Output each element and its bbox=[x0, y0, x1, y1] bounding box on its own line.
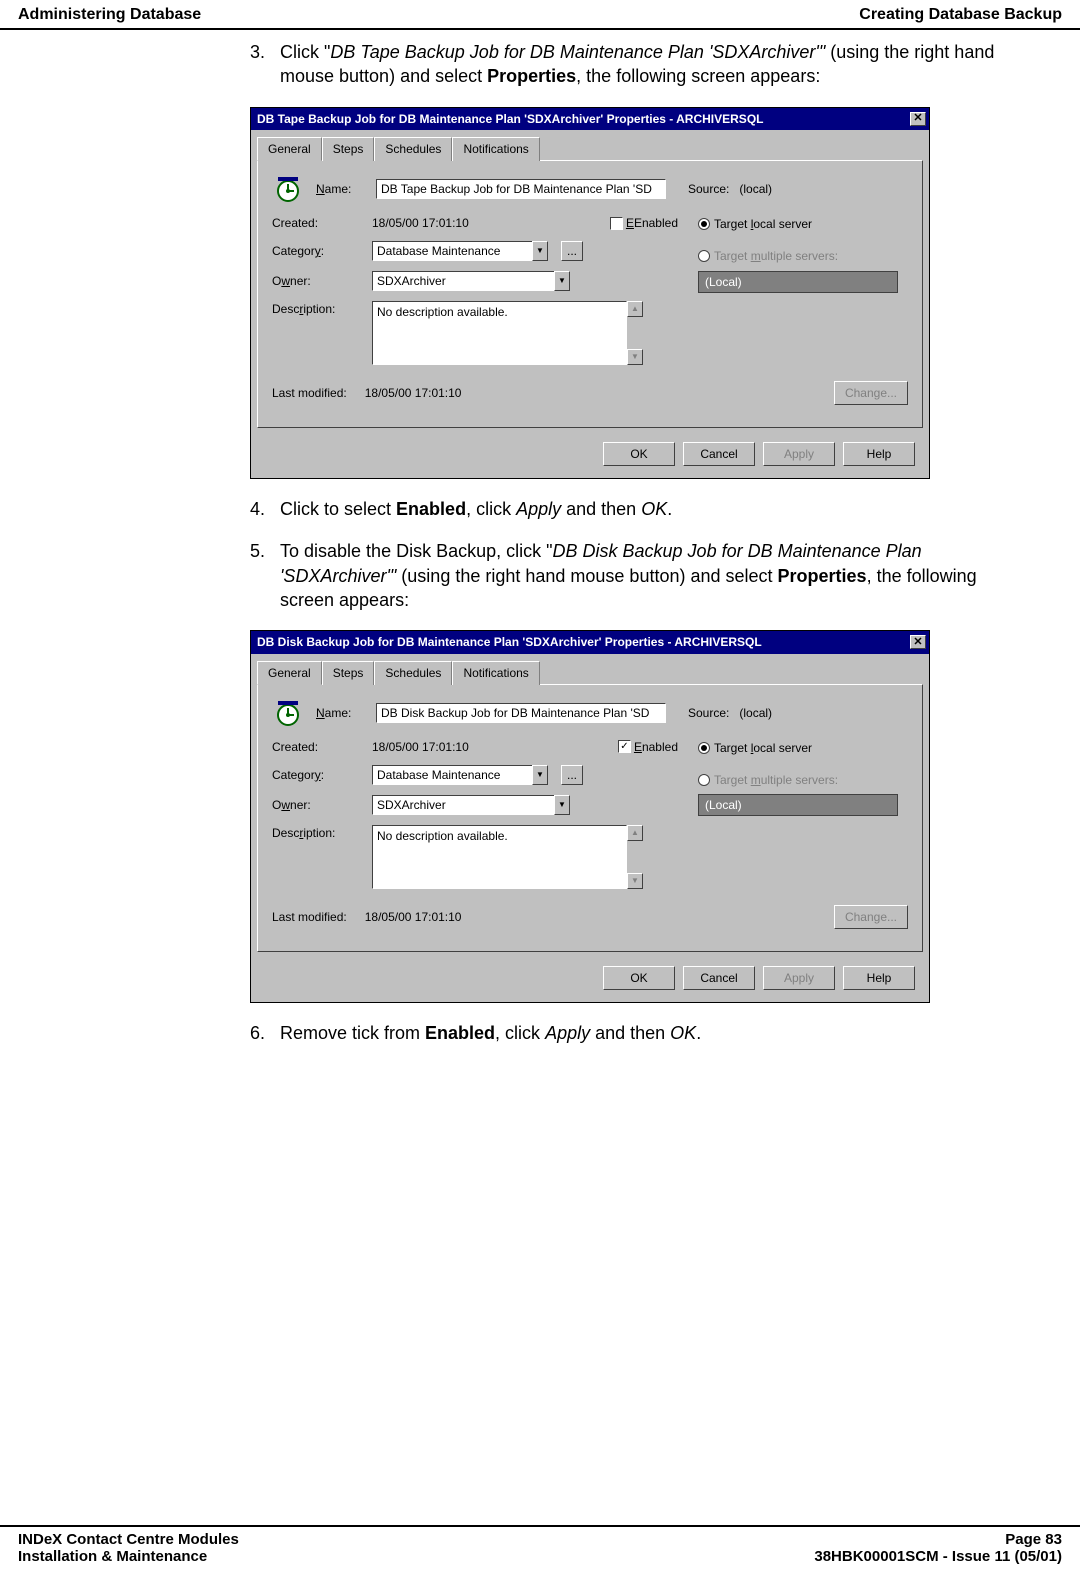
cancel-button[interactable]: Cancel bbox=[683, 442, 755, 466]
radio-target-local[interactable]: Target local server bbox=[698, 216, 812, 232]
radio-dot-icon bbox=[698, 774, 710, 786]
step-6: 6. Remove tick from Enabled, click Apply… bbox=[250, 1021, 1030, 1045]
chevron-down-icon[interactable]: ▼ bbox=[532, 241, 548, 261]
dialog1-title: DB Tape Backup Job for DB Maintenance Pl… bbox=[257, 111, 763, 127]
enabled-checkbox[interactable]: ✓ Enabled bbox=[618, 739, 678, 755]
apply-button: Apply bbox=[763, 442, 835, 466]
category-combo[interactable] bbox=[372, 241, 532, 261]
scroll-up-icon[interactable]: ▲ bbox=[627, 301, 643, 317]
tab-notifications[interactable]: Notifications bbox=[452, 137, 539, 161]
radio-target-local[interactable]: Target local server bbox=[698, 740, 812, 756]
header-left: Administering Database bbox=[18, 6, 201, 24]
scroll-up-icon[interactable]: ▲ bbox=[627, 825, 643, 841]
owner-combo[interactable] bbox=[372, 271, 554, 291]
radio-dot-icon bbox=[698, 250, 710, 262]
ok-button[interactable]: OK bbox=[603, 966, 675, 990]
scroll-down-icon[interactable]: ▼ bbox=[627, 349, 643, 365]
step-4: 4. Click to select Enabled, click Apply … bbox=[250, 497, 1030, 521]
description-textarea[interactable]: No description available. bbox=[372, 301, 627, 365]
created-value: 18/05/00 17:01:10 bbox=[372, 739, 469, 755]
close-icon[interactable]: ✕ bbox=[910, 635, 926, 649]
source-value: (local) bbox=[739, 181, 772, 197]
category-browse-button[interactable]: ... bbox=[561, 765, 583, 785]
checkbox-icon bbox=[610, 217, 623, 230]
dialog2-title: DB Disk Backup Job for DB Maintenance Pl… bbox=[257, 634, 762, 650]
last-modified-value: 18/05/00 17:01:10 bbox=[365, 909, 462, 925]
scrollbar[interactable]: ▲ ▼ bbox=[627, 825, 643, 889]
footer-right-2: 38HBK00001SCM - Issue 11 (05/01) bbox=[814, 1548, 1062, 1565]
help-button[interactable]: Help bbox=[843, 966, 915, 990]
radio-target-multiple: Target multiple servers: bbox=[698, 772, 838, 788]
dialog-disk-backup: DB Disk Backup Job for DB Maintenance Pl… bbox=[250, 630, 930, 1003]
name-input[interactable] bbox=[376, 703, 666, 723]
header-right: Creating Database Backup bbox=[859, 6, 1062, 24]
footer-right-1: Page 83 bbox=[814, 1531, 1062, 1548]
label-name: ame: bbox=[325, 182, 352, 196]
name-input[interactable] bbox=[376, 179, 666, 199]
tab-steps[interactable]: Steps bbox=[322, 137, 375, 161]
tab-general[interactable]: General bbox=[257, 137, 322, 161]
dialog-tape-backup: DB Tape Backup Job for DB Maintenance Pl… bbox=[250, 107, 930, 480]
label-last-modified: Last modified: bbox=[272, 909, 347, 925]
footer-left-1: INDeX Contact Centre Modules bbox=[18, 1531, 239, 1548]
multi-server-box: (Local) bbox=[698, 794, 898, 816]
radio-target-multiple: Target multiple servers: bbox=[698, 248, 838, 264]
enabled-checkbox[interactable]: EEnabled bbox=[610, 215, 678, 231]
label-source: Source: bbox=[688, 705, 729, 721]
step-3: 3. Click "DB Tape Backup Job for DB Main… bbox=[250, 40, 1030, 89]
radio-dot-icon bbox=[698, 218, 710, 230]
source-value: (local) bbox=[739, 705, 772, 721]
tab-general[interactable]: General bbox=[257, 661, 322, 685]
label-created: Created: bbox=[272, 215, 362, 231]
help-button[interactable]: Help bbox=[843, 442, 915, 466]
step3-num: 3. bbox=[250, 40, 280, 89]
checkbox-icon: ✓ bbox=[618, 740, 631, 753]
tab-steps[interactable]: Steps bbox=[322, 661, 375, 685]
scroll-down-icon[interactable]: ▼ bbox=[627, 873, 643, 889]
created-value: 18/05/00 17:01:10 bbox=[372, 215, 469, 231]
category-browse-button[interactable]: ... bbox=[561, 241, 583, 261]
label-last-modified: Last modified: bbox=[272, 385, 347, 401]
chevron-down-icon[interactable]: ▼ bbox=[554, 271, 570, 291]
footer-left-2: Installation & Maintenance bbox=[18, 1548, 239, 1565]
tab-notifications[interactable]: Notifications bbox=[452, 661, 539, 685]
chevron-down-icon[interactable]: ▼ bbox=[554, 795, 570, 815]
radio-dot-icon bbox=[698, 742, 710, 754]
label-created: Created: bbox=[272, 739, 362, 755]
scrollbar[interactable]: ▲ ▼ bbox=[627, 301, 643, 365]
owner-combo[interactable] bbox=[372, 795, 554, 815]
tab-schedules[interactable]: Schedules bbox=[374, 137, 452, 161]
category-combo[interactable] bbox=[372, 765, 532, 785]
ok-button[interactable]: OK bbox=[603, 442, 675, 466]
multi-server-box: (Local) bbox=[698, 271, 898, 293]
step-5: 5. To disable the Disk Backup, click "DB… bbox=[250, 539, 1030, 612]
change-button: Change... bbox=[834, 905, 908, 929]
close-icon[interactable]: ✕ bbox=[910, 112, 926, 126]
job-icon bbox=[272, 173, 304, 205]
description-textarea[interactable]: No description available. bbox=[372, 825, 627, 889]
last-modified-value: 18/05/00 17:01:10 bbox=[365, 385, 462, 401]
job-icon bbox=[272, 697, 304, 729]
apply-button: Apply bbox=[763, 966, 835, 990]
cancel-button[interactable]: Cancel bbox=[683, 966, 755, 990]
label-source: Source: bbox=[688, 181, 729, 197]
tab-schedules[interactable]: Schedules bbox=[374, 661, 452, 685]
change-button: Change... bbox=[834, 381, 908, 405]
chevron-down-icon[interactable]: ▼ bbox=[532, 765, 548, 785]
